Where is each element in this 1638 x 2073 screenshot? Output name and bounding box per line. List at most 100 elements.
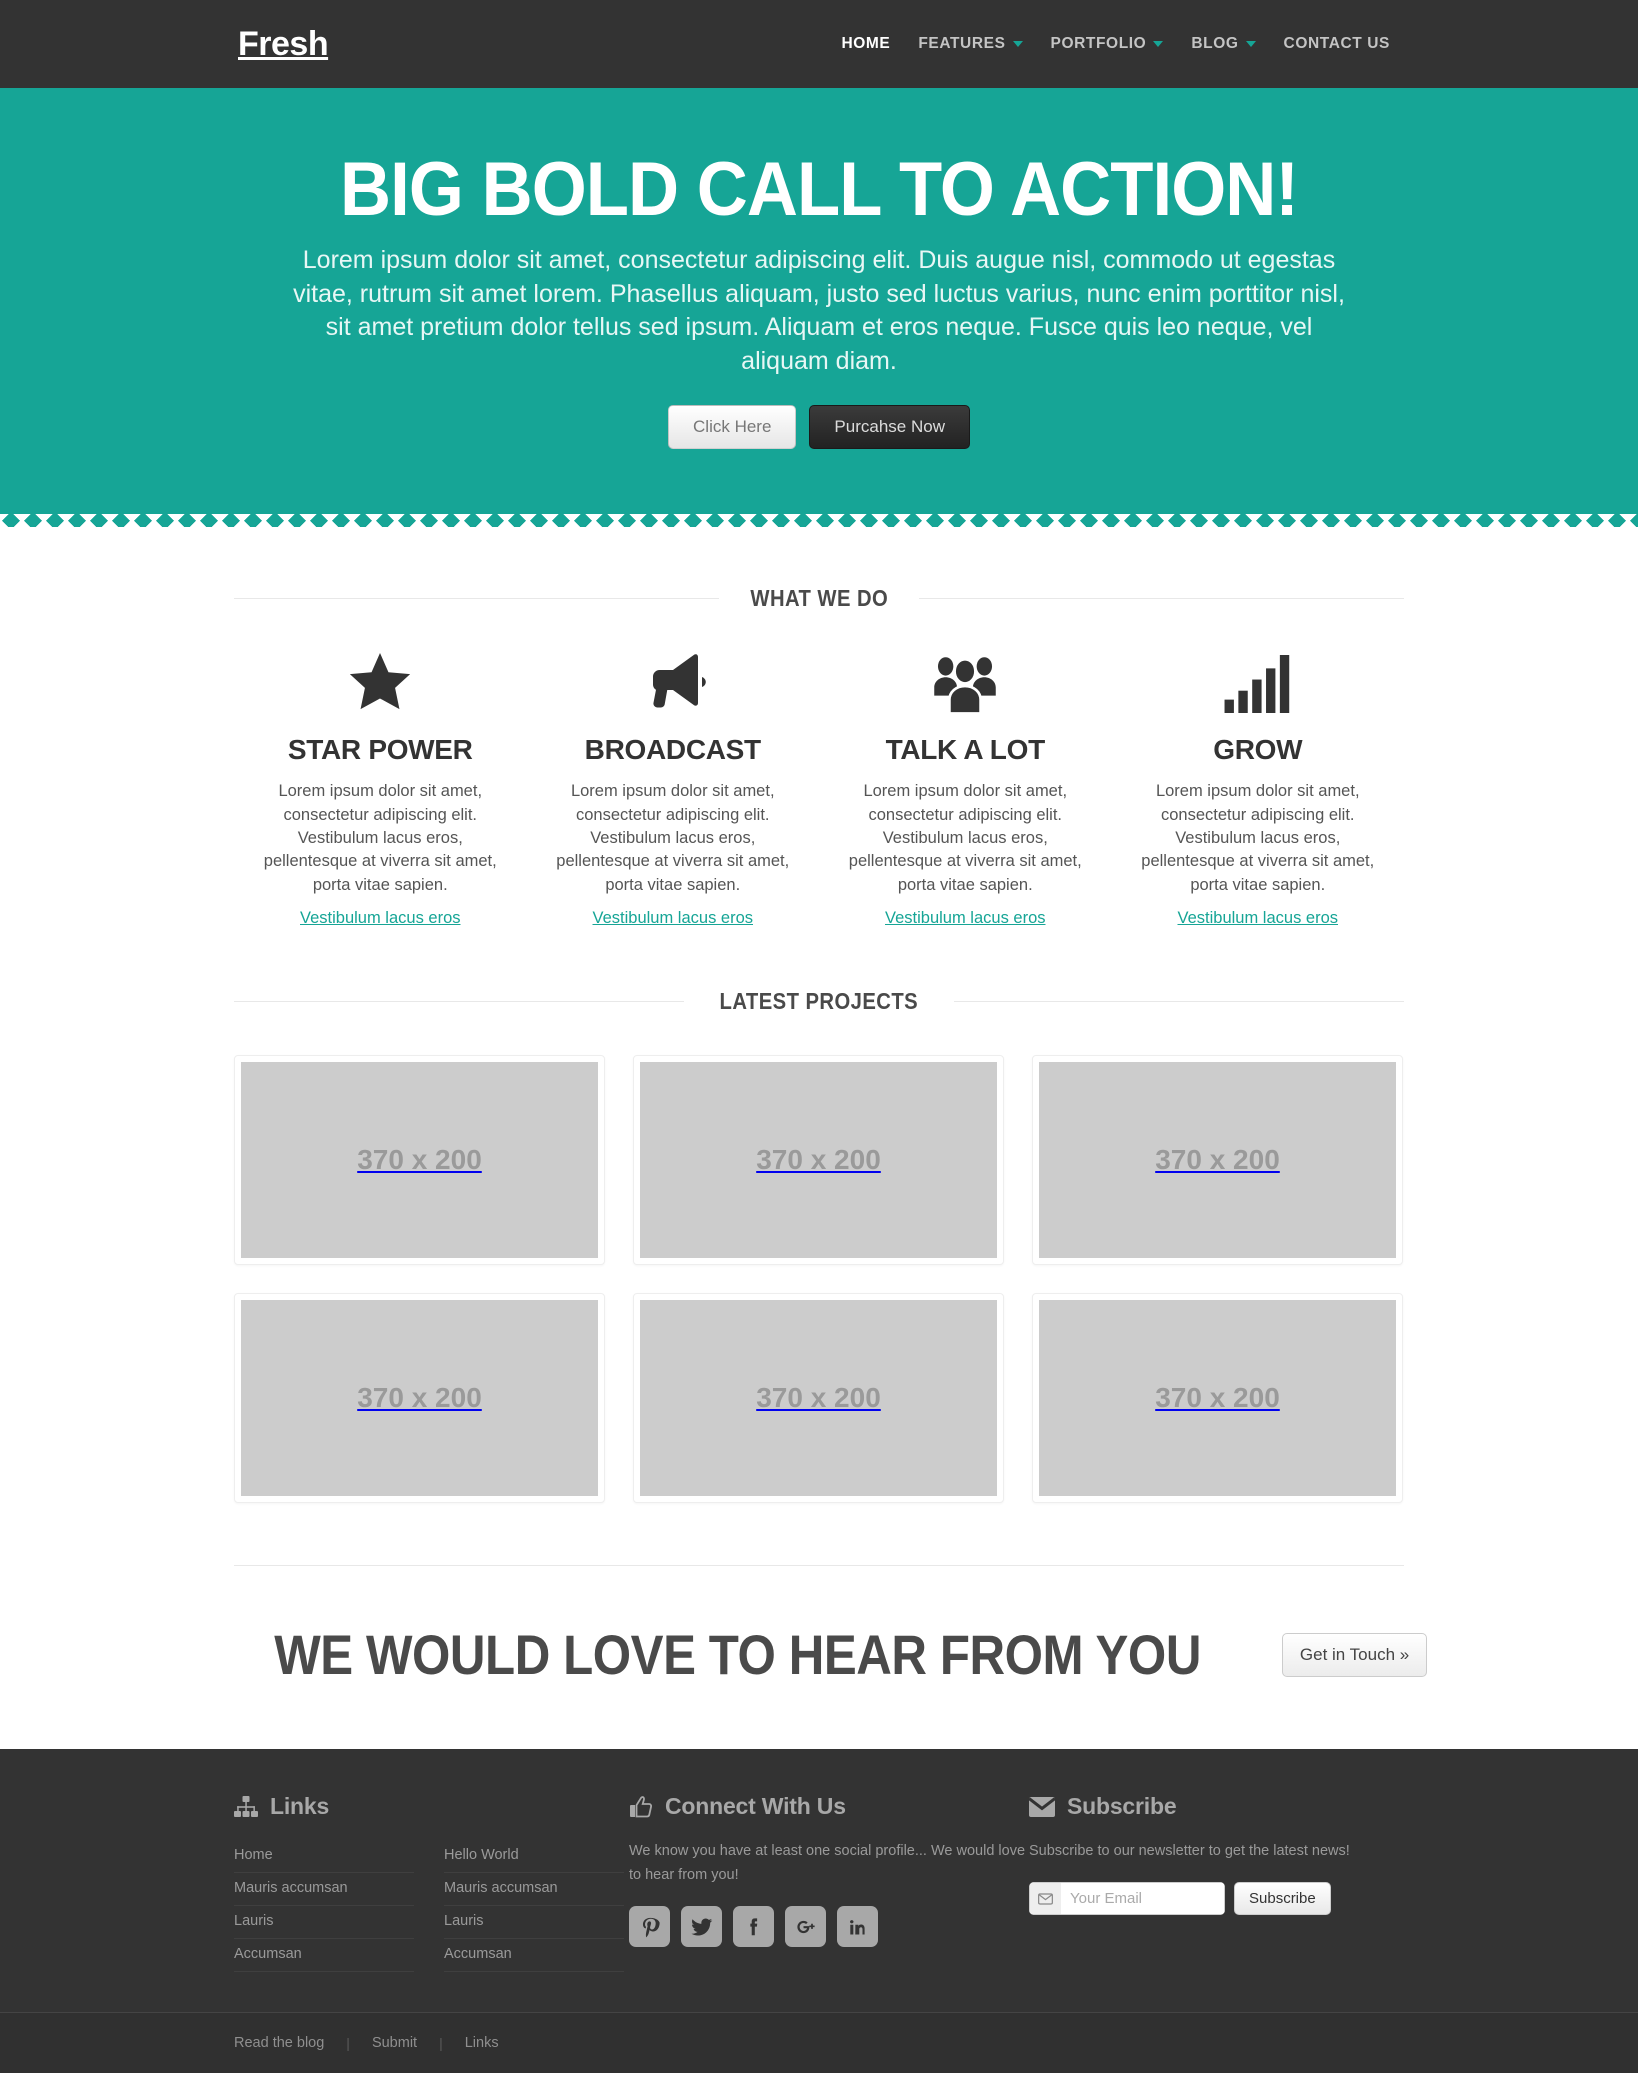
footer-bottom-bar: Read the blog | Submit | Links (0, 2012, 1638, 2073)
project-grid: 370 x 200 370 x 200 370 x 200 370 x 200 … (234, 1055, 1404, 1504)
chevron-down-icon (1245, 41, 1256, 47)
bar-chart-icon (1128, 648, 1389, 720)
get-in-touch-button[interactable]: Get in Touch » (1281, 1632, 1428, 1677)
footer-link[interactable]: Lauris (234, 1906, 414, 1940)
latest-projects-heading: LATEST PROJECTS (719, 988, 919, 1015)
group-icon (835, 648, 1096, 720)
footer-link[interactable]: Accumsan (444, 1939, 624, 1973)
bottom-link-links[interactable]: Links (443, 2035, 521, 2051)
divider-left (234, 1001, 685, 1003)
twitter-icon[interactable] (681, 1906, 722, 1948)
google-plus-icon[interactable] (785, 1906, 826, 1948)
project-card[interactable]: 370 x 200 (633, 1055, 1004, 1266)
what-we-do-heading: WHAT WE DO (750, 585, 888, 612)
feature-link[interactable]: Vestibulum lacus eros (593, 909, 754, 927)
nav-item-home[interactable]: HOME (827, 25, 904, 63)
social-links (629, 1906, 1029, 1948)
nav-item-portfolio[interactable]: PORTFOLIO (1037, 25, 1178, 63)
footer-subscribe-heading: Subscribe (1067, 1793, 1177, 1820)
footer-subscribe-description: Subscribe to our newsletter to get the l… (1029, 1843, 1350, 1860)
project-thumbnail: 370 x 200 (241, 1062, 598, 1259)
bottom-link-read-the-blog[interactable]: Read the blog (234, 2035, 346, 2051)
project-card[interactable]: 370 x 200 (633, 1293, 1004, 1504)
footer-social-description: We know you have at least one social pro… (629, 1843, 1026, 1884)
divider-right (953, 1001, 1405, 1003)
nav-item-label: CONTACT US (1283, 35, 1390, 52)
section-header: LATEST PROJECTS (234, 988, 1405, 1015)
bottom-link-submit[interactable]: Submit (350, 2035, 439, 2051)
subscribe-form: Subscribe (1029, 1882, 1404, 1916)
hero-paragraph: Lorem ipsum dolor sit amet, consectetur … (293, 245, 1345, 376)
footer-link[interactable]: Lauris (444, 1906, 624, 1940)
feature-card-talk-a-lot: TALK A LOT Lorem ipsum dolor sit amet, c… (819, 648, 1112, 928)
project-thumbnail: 370 x 200 (1039, 1062, 1396, 1259)
feature-title: STAR POWER (287, 734, 473, 766)
feature-card-grow: GROW Lorem ipsum dolor sit amet, consect… (1112, 648, 1405, 928)
nav-item-blog[interactable]: BLOG (1177, 25, 1269, 63)
subscribe-button[interactable]: Subscribe (1234, 1882, 1331, 1916)
divider-left (234, 598, 719, 600)
project-thumbnail: 370 x 200 (1039, 1300, 1396, 1497)
nav-item-contact-us[interactable]: CONTACT US (1270, 25, 1404, 63)
envelope-icon (1029, 1882, 1061, 1916)
project-thumbnail: 370 x 200 (640, 1062, 997, 1259)
feature-link[interactable]: Vestibulum lacus eros (300, 909, 461, 927)
divider-right (919, 598, 1405, 600)
hero-section: BIG BOLD CALL TO ACTION! Lorem ipsum dol… (0, 88, 1638, 529)
footer-link[interactable]: Mauris accumsan (234, 1873, 414, 1907)
feature-link[interactable]: Vestibulum lacus eros (1178, 909, 1339, 927)
feature-list: STAR POWER Lorem ipsum dolor sit amet, c… (234, 648, 1404, 928)
feature-text: Lorem ipsum dolor sit amet, consectetur … (263, 782, 497, 894)
footer-social-column: Connect With Us We know you have at leas… (629, 1793, 1029, 1972)
footer: Links Home Mauris accumsan Lauris Accums… (0, 1749, 1638, 2073)
main-navigation: HOME FEATURES PORTFOLIO BLOG CONTACT US (827, 25, 1404, 63)
nav-item-label: HOME (841, 35, 891, 52)
what-we-do-section: WHAT WE DO STAR POWER Lorem ipsum dolor … (0, 527, 1638, 928)
feature-title: TALK A LOT (885, 734, 1046, 766)
brand-logo[interactable]: Fresh (234, 27, 329, 61)
footer-subscribe-column: Subscribe Subscribe to our newsletter to… (1029, 1793, 1404, 1972)
footer-link[interactable]: Hello World (444, 1840, 624, 1874)
feature-title: GROW (1213, 734, 1303, 766)
footer-subscribe-header: Subscribe (1029, 1793, 1404, 1820)
feature-text: Lorem ipsum dolor sit amet, consectetur … (1141, 782, 1375, 894)
project-thumbnail: 370 x 200 (241, 1300, 598, 1497)
footer-social-heading: Connect With Us (665, 1793, 846, 1820)
feature-link[interactable]: Vestibulum lacus eros (885, 909, 1046, 927)
latest-projects-section: LATEST PROJECTS 370 x 200 370 x 200 370 … (0, 928, 1638, 1567)
pinterest-icon[interactable] (629, 1906, 670, 1948)
contact-cta-section: WE WOULD LOVE TO HEAR FROM YOU Get in To… (0, 1566, 1638, 1749)
nav-item-label: FEATURES (918, 35, 1006, 52)
feature-title: BROADCAST (584, 734, 761, 766)
thumbs-up-icon (629, 1795, 653, 1818)
nav-item-label: PORTFOLIO (1050, 35, 1147, 52)
hero-title: BIG BOLD CALL TO ACTION! (340, 147, 1299, 232)
footer-link[interactable]: Accumsan (234, 1939, 414, 1973)
footer-link[interactable]: Mauris accumsan (444, 1873, 624, 1907)
project-card[interactable]: 370 x 200 (234, 1293, 605, 1504)
cta-heading: WE WOULD LOVE TO HEAR FROM YOU (273, 1623, 1201, 1687)
nav-item-features[interactable]: FEATURES (904, 25, 1036, 63)
linkedin-icon[interactable] (837, 1906, 878, 1948)
envelope-icon (1029, 1796, 1055, 1817)
feature-card-star-power: STAR POWER Lorem ipsum dolor sit amet, c… (234, 648, 527, 928)
facebook-icon[interactable] (733, 1906, 774, 1948)
footer-link[interactable]: Home (234, 1840, 414, 1874)
footer-social-header: Connect With Us (629, 1793, 1029, 1820)
footer-links-heading: Links (270, 1793, 330, 1820)
section-header: WHAT WE DO (234, 585, 1405, 612)
hero-button-group: Click Here Purcahse Now (234, 404, 1404, 450)
footer-link-list-one: Home Mauris accumsan Lauris Accumsan (234, 1840, 414, 1973)
zigzag-divider (0, 514, 1638, 529)
project-card[interactable]: 370 x 200 (234, 1055, 605, 1266)
footer-link-list-two: Hello World Mauris accumsan Lauris Accum… (444, 1840, 624, 1973)
project-card[interactable]: 370 x 200 (1032, 1293, 1403, 1504)
chevron-down-icon (1153, 41, 1164, 47)
footer-links-header: Links (234, 1793, 629, 1820)
email-field[interactable] (1061, 1882, 1225, 1916)
star-icon (250, 648, 511, 720)
purchase-now-button[interactable]: Purcahse Now (809, 404, 970, 450)
click-here-button[interactable]: Click Here (668, 404, 797, 450)
project-card[interactable]: 370 x 200 (1032, 1055, 1403, 1266)
footer-links-column: Links Home Mauris accumsan Lauris Accums… (234, 1793, 629, 1973)
